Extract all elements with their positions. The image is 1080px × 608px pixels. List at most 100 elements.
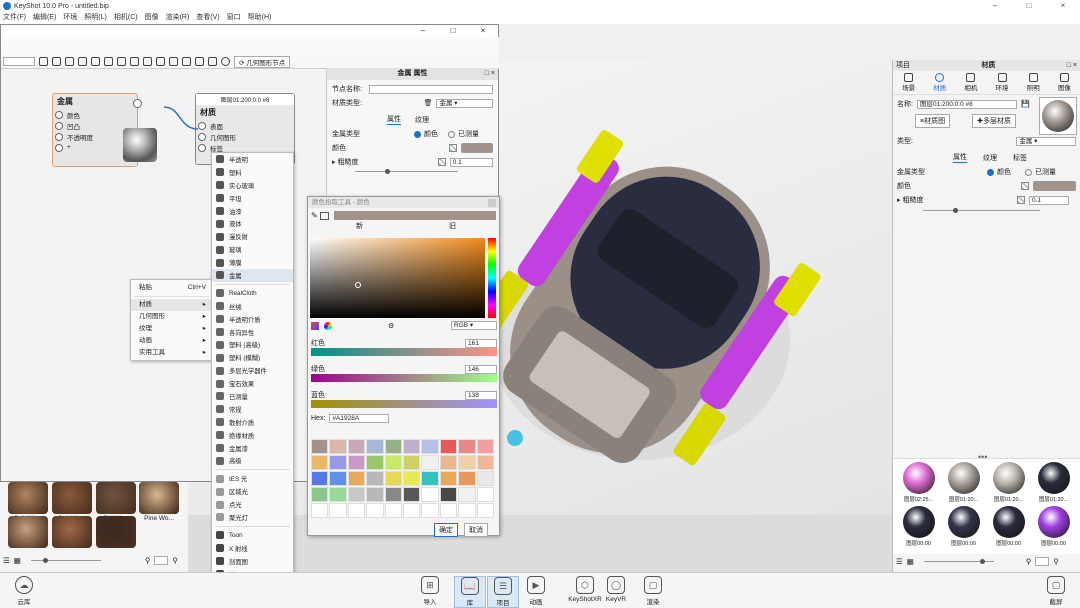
- submenu-item[interactable]: 高级: [212, 454, 293, 467]
- rp-texture-icon[interactable]: [1017, 196, 1025, 204]
- bottom-tool-0[interactable]: ⊞ 导入: [414, 576, 446, 606]
- submenu-item[interactable]: 平坦: [212, 192, 293, 205]
- bottom-tool-3[interactable]: ▶ 动画: [520, 576, 552, 606]
- palette-swatch[interactable]: [439, 439, 458, 454]
- material-thumbnail[interactable]: 图层01:20...: [942, 461, 985, 503]
- material-thumbnail[interactable]: 图层00:00: [942, 505, 985, 547]
- project-tab[interactable]: 环境: [988, 73, 1016, 92]
- project-tab[interactable]: 场景: [895, 73, 923, 92]
- library-item[interactable]: Pine Wo...: [139, 482, 179, 522]
- green-input[interactable]: 146: [465, 364, 497, 374]
- palette-swatch[interactable]: [366, 439, 384, 454]
- zoom-icon[interactable]: ⚲: [172, 556, 178, 565]
- bottom-tool-1[interactable]: 📖 库: [454, 576, 486, 608]
- palette-swatch[interactable]: [347, 471, 366, 486]
- project-tab[interactable]: 材质: [926, 73, 954, 92]
- palette-swatch[interactable]: [458, 455, 476, 470]
- material-thumbnail[interactable]: 图层01:20...: [1032, 461, 1075, 503]
- palette-swatch[interactable]: [347, 503, 366, 518]
- color-mode-select[interactable]: RGB ▾: [451, 321, 497, 330]
- texture-icon[interactable]: [449, 144, 457, 152]
- submenu-item[interactable]: 塑料 (模糊): [212, 351, 293, 364]
- hue-slider[interactable]: [488, 238, 496, 318]
- palette-swatch[interactable]: [311, 487, 329, 502]
- ok-button[interactable]: 确定: [434, 523, 458, 537]
- submenu-item[interactable]: 多层光学器件: [212, 364, 293, 377]
- tab-attributes[interactable]: 属性: [953, 152, 967, 163]
- submenu-item[interactable]: RealCloth: [212, 287, 293, 300]
- project-tab[interactable]: 相机: [957, 73, 985, 92]
- node-name-input[interactable]: [369, 84, 493, 94]
- submenu-item[interactable]: 半透明: [212, 153, 293, 166]
- palette-swatch[interactable]: [458, 503, 476, 518]
- trash-icon[interactable]: 🗑: [424, 99, 433, 107]
- ctx-geometry[interactable]: 几何图形 ▸: [131, 311, 212, 323]
- palette-swatch[interactable]: [311, 455, 329, 470]
- palette-swatch[interactable]: [421, 455, 439, 470]
- palette-swatch[interactable]: [402, 439, 421, 454]
- palette-swatch[interactable]: [402, 471, 421, 486]
- library-item[interactable]: [96, 516, 136, 549]
- palette-swatch[interactable]: [402, 455, 421, 470]
- submenu-item[interactable]: 各向异性: [212, 326, 293, 339]
- palette-swatch[interactable]: [329, 471, 347, 486]
- maximize-button[interactable]: □: [1012, 0, 1046, 12]
- roughness-input[interactable]: 0.1: [449, 157, 493, 167]
- palette-swatch[interactable]: [402, 503, 421, 518]
- palette-swatch[interactable]: [347, 439, 366, 454]
- blue-slider[interactable]: [311, 400, 497, 408]
- palette-swatch[interactable]: [329, 487, 347, 502]
- palette-swatch[interactable]: [458, 487, 476, 502]
- screenshot-button[interactable]: ▢ 截屏: [1036, 576, 1076, 606]
- palette-swatch[interactable]: [402, 487, 421, 502]
- wheel-icon[interactable]: [324, 321, 332, 330]
- palette-swatch[interactable]: [329, 455, 347, 470]
- palette-swatch[interactable]: [421, 439, 439, 454]
- submenu-item[interactable]: 常规: [212, 403, 293, 416]
- rp-color-swatch[interactable]: [1033, 181, 1076, 191]
- settings-gear-icon[interactable]: ⚙: [388, 322, 394, 330]
- submenu-item[interactable]: 绝缘材质: [212, 429, 293, 442]
- rp-search-icon[interactable]: ⚲: [1026, 557, 1032, 566]
- submenu-item[interactable]: 半透明介质: [212, 313, 293, 326]
- palette-swatch[interactable]: [476, 487, 494, 502]
- panel-window-icons[interactable]: □ ×: [1067, 60, 1077, 71]
- menu-item[interactable]: 文件(F): [3, 12, 26, 24]
- submenu-item[interactable]: 丝绒: [212, 300, 293, 313]
- submenu-item[interactable]: Toon: [212, 529, 293, 542]
- material-thumbnail[interactable]: 图层01:20...: [987, 461, 1030, 503]
- palette-swatch[interactable]: [366, 487, 384, 502]
- palette-swatch[interactable]: [329, 439, 347, 454]
- palette-swatch[interactable]: [476, 439, 494, 454]
- palette-swatch[interactable]: [439, 455, 458, 470]
- material-thumbnail[interactable]: 图层00:00: [987, 505, 1030, 547]
- grid-view-icon[interactable]: ▦: [14, 556, 21, 565]
- project-tab[interactable]: 图像: [1050, 73, 1078, 92]
- rp-thumb-size-slider[interactable]: [923, 559, 994, 564]
- save-material-icon[interactable]: 💾: [1021, 100, 1030, 108]
- radio-measured[interactable]: [448, 130, 455, 138]
- cancel-button[interactable]: 取消: [464, 523, 488, 537]
- palette-swatch[interactable]: [476, 455, 494, 470]
- hex-input[interactable]: #A1928A: [329, 414, 390, 423]
- rp-roughness-slider[interactable]: [923, 208, 1040, 213]
- menu-item[interactable]: 相机(C): [114, 12, 138, 24]
- submenu-item[interactable]: 聚光灯: [212, 511, 293, 524]
- palette-swatch[interactable]: [311, 471, 329, 486]
- bottom-tool-5[interactable]: ◯ KeyVR: [600, 576, 632, 603]
- tab-labels[interactable]: 标签: [1013, 153, 1027, 163]
- palette-swatch[interactable]: [439, 503, 458, 518]
- material-thumbnail[interactable]: 图层00:00: [1032, 505, 1075, 547]
- palette-swatch[interactable]: [384, 487, 402, 502]
- submenu-item[interactable]: IES 光: [212, 472, 293, 485]
- menu-item[interactable]: 帮助(H): [248, 12, 272, 24]
- list-view-icon[interactable]: ☰: [3, 556, 10, 565]
- palette-swatch[interactable]: [384, 455, 402, 470]
- rp-radio-color[interactable]: [987, 168, 994, 176]
- rp-zoom-icon[interactable]: ⚲: [1053, 557, 1059, 566]
- multilayer-material-button[interactable]: ✚多层材质: [972, 114, 1016, 128]
- palette-swatch[interactable]: [347, 455, 366, 470]
- ctx-animation[interactable]: 动画 ▸: [131, 335, 212, 347]
- rp-roughness-input[interactable]: 0.1: [1029, 195, 1069, 205]
- red-input[interactable]: 161: [465, 338, 497, 348]
